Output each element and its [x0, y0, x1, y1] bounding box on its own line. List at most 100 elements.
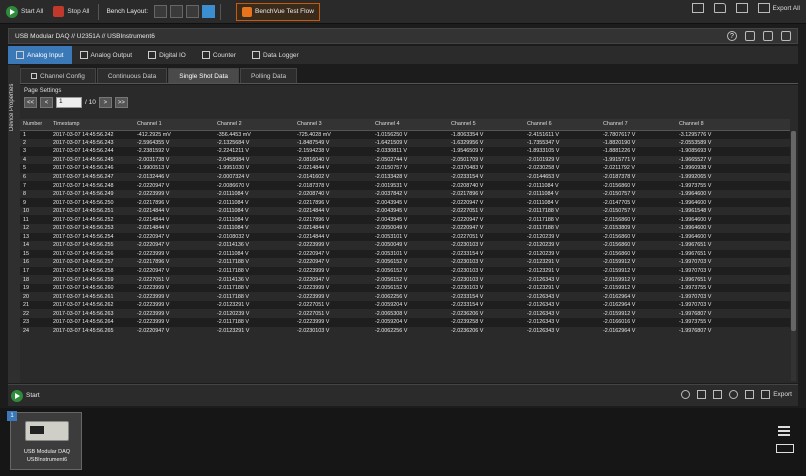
- export-all-button[interactable]: Export All: [757, 3, 800, 13]
- export-button[interactable]: Export: [761, 390, 792, 399]
- table-cell: -2.0223999 V: [134, 318, 214, 327]
- table-cell: -2.0162964 V: [600, 326, 676, 336]
- table-cell: 2017-03-07 14:45:56.260: [50, 283, 134, 293]
- close-icon[interactable]: [781, 31, 791, 41]
- notes-icon[interactable]: [745, 390, 755, 399]
- help-icon[interactable]: ?: [727, 31, 737, 41]
- table-cell: 2017-03-07 14:45:56.247: [50, 172, 134, 182]
- table-row[interactable]: 8 2017-03-07 14:45:56.249 -2.0223999 V -2.0…: [20, 189, 790, 199]
- instrument-card[interactable]: 1 USB Modular DAQ USBInstrument6: [7, 411, 82, 470]
- open-folder-icon[interactable]: [713, 3, 726, 13]
- start-all-button[interactable]: Start All: [2, 3, 47, 21]
- tab-counter[interactable]: Counter: [194, 46, 244, 64]
- tab-continuous-data[interactable]: Continuous Data: [96, 68, 168, 83]
- table-cell: -725.4028 mV: [294, 130, 372, 139]
- maximize-icon[interactable]: [763, 31, 773, 41]
- table-row[interactable]: 7 2017-03-07 14:45:56.248 -2.0220947 V -2.0…: [20, 181, 790, 190]
- column-header[interactable]: Channel 8: [676, 119, 790, 131]
- table-cell: 4: [20, 155, 50, 165]
- table-row[interactable]: 16 2017-03-07 14:45:56.257 -2.0217896 V -2.…: [20, 258, 790, 267]
- table-cell: 20: [20, 292, 50, 301]
- table-row[interactable]: 10 2017-03-07 14:45:56.251 -2.0214844 V -2.…: [20, 206, 790, 216]
- table-row[interactable]: 13 2017-03-07 14:45:56.254 -2.0220947 V -2.…: [20, 232, 790, 242]
- layout-single-icon[interactable]: [154, 5, 168, 18]
- vertical-scrollbar[interactable]: [791, 131, 796, 381]
- start-button[interactable]: Start: [11, 389, 40, 402]
- table-row[interactable]: 14 2017-03-07 14:45:56.255 -2.0220947 V -2.…: [20, 241, 790, 250]
- table-cell: 2017-03-07 14:45:56.242: [50, 130, 134, 139]
- next-page-button[interactable]: >: [98, 97, 112, 108]
- tab-analog-input[interactable]: Analog Input: [8, 46, 72, 64]
- table-row[interactable]: 5 2017-03-07 14:45:56.246 -1.9900513 V -1.9…: [20, 164, 790, 173]
- tab-digital-io[interactable]: Digital IO: [140, 46, 194, 64]
- tab-data-logger[interactable]: Data Logger: [244, 46, 307, 64]
- table-row[interactable]: 1 2017-03-07 14:45:56.242 -412.2925 mV -356…: [20, 130, 790, 139]
- table-cell: -2.0502744 V: [372, 155, 448, 165]
- column-header[interactable]: Channel 2: [214, 119, 294, 131]
- column-header[interactable]: Channel 4: [372, 119, 448, 131]
- table-cell: -2.0227051 V: [294, 300, 372, 310]
- save-icon[interactable]: [697, 390, 707, 399]
- tab-channel-config[interactable]: Channel Config: [20, 68, 96, 83]
- info-icon[interactable]: [729, 390, 739, 399]
- table-row[interactable]: 9 2017-03-07 14:45:56.250 -2.0217896 V -2.0…: [20, 198, 790, 207]
- layout-split-icon[interactable]: [186, 5, 200, 18]
- table-cell: 2017-03-07 14:45:56.256: [50, 249, 134, 259]
- column-header[interactable]: Timestamp: [50, 119, 134, 131]
- table-cell: -1.9967651 V: [676, 275, 790, 284]
- table-row[interactable]: 18 2017-03-07 14:45:56.259 -2.0227051 V -2.…: [20, 275, 790, 284]
- keyboard-icon[interactable]: [776, 444, 794, 453]
- table-cell: -2.0050049 V: [372, 241, 448, 250]
- layout-full-icon[interactable]: [202, 5, 216, 18]
- benchvue-test-flow-button[interactable]: BenchVue Test Flow: [236, 2, 320, 21]
- prev-page-button[interactable]: <: [40, 97, 53, 108]
- folder-icon[interactable]: [713, 390, 723, 399]
- table-row[interactable]: 21 2017-03-07 14:45:56.262 -2.0223999 V -2.…: [20, 300, 790, 310]
- table-row[interactable]: 12 2017-03-07 14:45:56.253 -2.0214844 V -2.…: [20, 224, 790, 233]
- settings-icon[interactable]: [681, 390, 691, 399]
- table-cell: -2.0101929 V: [524, 155, 600, 165]
- last-page-button[interactable]: >>: [114, 97, 128, 108]
- table-row[interactable]: 11 2017-03-07 14:45:56.252 -2.0214844 V -2.…: [20, 215, 790, 225]
- table-row[interactable]: 6 2017-03-07 14:45:56.247 -2.0132446 V -2.0…: [20, 172, 790, 182]
- table-row[interactable]: 15 2017-03-07 14:45:56.256 -2.0223999 V -2.…: [20, 249, 790, 259]
- table-cell: -1.9976807 V: [676, 309, 790, 319]
- table-cell: 2017-03-07 14:45:56.252: [50, 215, 134, 225]
- device-properties-panel[interactable]: Device Properties: [8, 65, 20, 383]
- undock-icon[interactable]: [745, 31, 755, 41]
- column-header[interactable]: Channel 7: [600, 119, 676, 131]
- table-row[interactable]: 20 2017-03-07 14:45:56.261 -2.0223999 V -2.…: [20, 292, 790, 301]
- column-header[interactable]: Channel 1: [134, 119, 214, 131]
- table-cell: -2.0159912 V: [600, 275, 676, 284]
- table-cell: -2.0230103 V: [448, 266, 524, 276]
- save-icon[interactable]: [691, 3, 704, 13]
- tab-single-shot-data[interactable]: Single Shot Data: [168, 68, 240, 83]
- table-row[interactable]: 4 2017-03-07 14:45:56.245 -2.0031738 V -2.0…: [20, 155, 790, 165]
- table-row[interactable]: 23 2017-03-07 14:45:56.264 -2.0223999 V -2.…: [20, 318, 790, 327]
- page-number-input[interactable]: 1: [56, 97, 82, 108]
- table-cell: 2017-03-07 14:45:56.265: [50, 326, 134, 336]
- table-row[interactable]: 3 2017-03-07 14:45:56.244 -2.2381592 V -2.2…: [20, 147, 790, 156]
- table-row[interactable]: 22 2017-03-07 14:45:56.263 -2.0223999 V -2.…: [20, 309, 790, 319]
- column-header[interactable]: Channel 3: [294, 119, 372, 131]
- table-row[interactable]: 17 2017-03-07 14:45:56.258 -2.0220947 V -2.…: [20, 266, 790, 276]
- scrollbar-thumb[interactable]: [791, 131, 796, 331]
- table-row[interactable]: 2 2017-03-07 14:45:56.243 -2.5964355 V -2.1…: [20, 138, 790, 148]
- layout-grid-icon[interactable]: [170, 5, 184, 18]
- table-row[interactable]: 19 2017-03-07 14:45:56.260 -2.0223999 V -2.…: [20, 283, 790, 293]
- table-cell: -2.0220947 V: [134, 241, 214, 250]
- column-header[interactable]: Channel 5: [448, 119, 524, 131]
- table-cell: -2.0220947 V: [294, 249, 372, 259]
- table-row[interactable]: 24 2017-03-07 14:45:56.265 -2.0220947 V -2.…: [20, 326, 790, 336]
- tab-polling-data[interactable]: Polling Data: [240, 68, 298, 83]
- table-cell: 2017-03-07 14:45:56.249: [50, 189, 134, 199]
- menu-icon[interactable]: [778, 426, 790, 436]
- tab-analog-output[interactable]: Analog Output: [72, 46, 141, 64]
- page-total: / 10: [85, 99, 96, 106]
- export-all-label: Export All: [772, 4, 800, 12]
- save-as-icon[interactable]: [735, 3, 748, 13]
- stop-all-button[interactable]: Stop All: [49, 3, 93, 21]
- column-header[interactable]: Channel 6: [524, 119, 600, 131]
- column-header[interactable]: Number: [20, 119, 50, 131]
- first-page-button[interactable]: <<: [24, 97, 37, 108]
